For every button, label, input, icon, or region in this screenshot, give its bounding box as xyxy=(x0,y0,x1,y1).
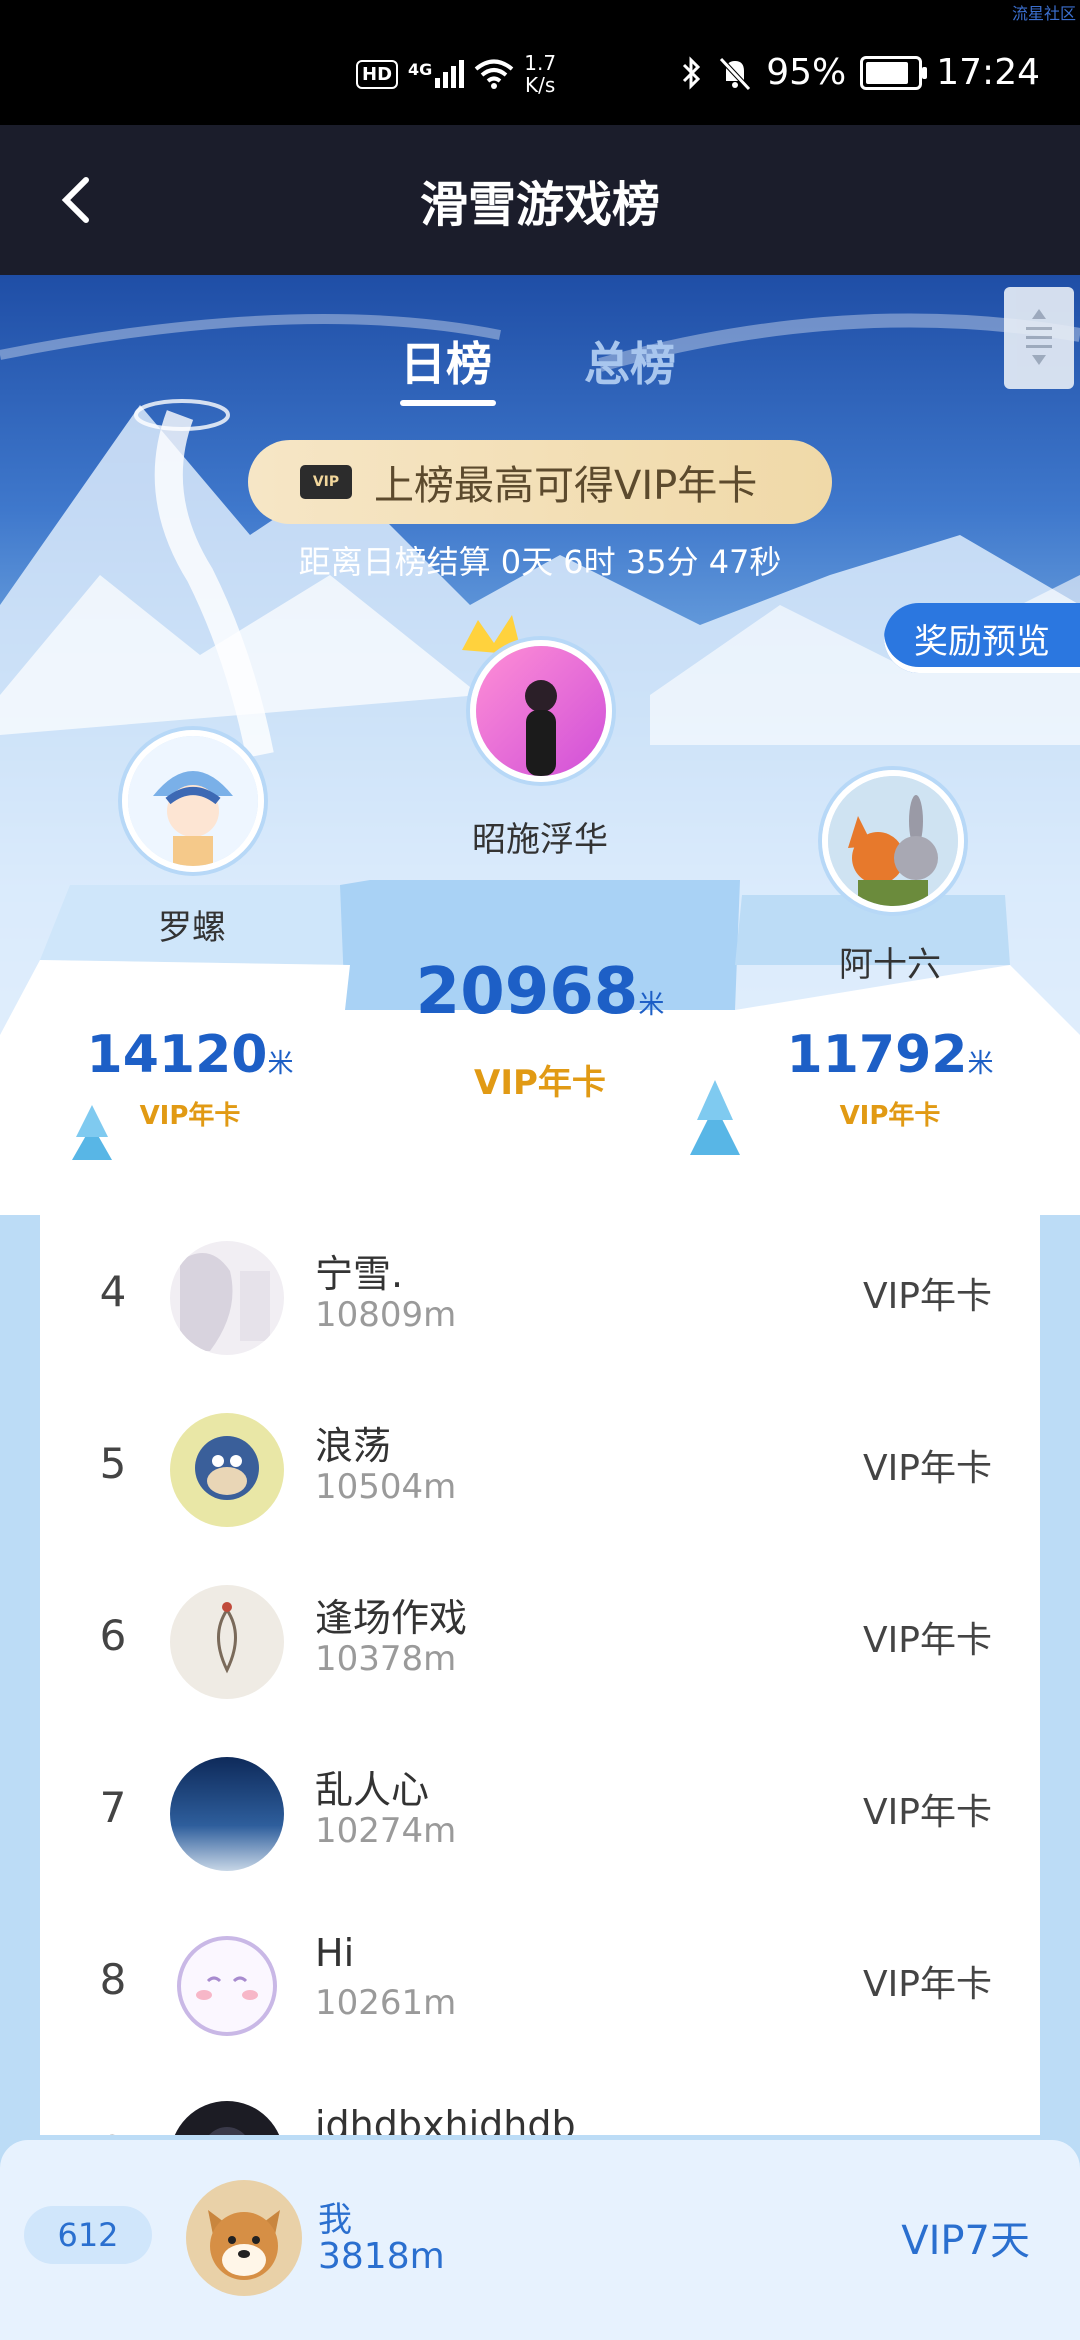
menu-lines-icon xyxy=(1026,309,1052,365)
third-place-avatar[interactable] xyxy=(822,770,964,912)
status-left: HD 4G 1.7 K/s xyxy=(356,52,556,96)
rank-number: 6 xyxy=(99,1611,127,1660)
third-place-name: 阿十六 xyxy=(839,945,941,985)
user-name: 乱人心 xyxy=(315,1768,430,1812)
wifi-icon xyxy=(475,59,514,89)
second-place-distance-unit: 米 xyxy=(267,1049,294,1079)
user-distance: 10809m xyxy=(315,1295,457,1335)
second-place-avatar[interactable] xyxy=(122,730,264,872)
avatar-image xyxy=(828,776,958,906)
signal-icon: 4G xyxy=(408,60,465,88)
tab-daily[interactable]: 日榜 xyxy=(400,328,492,394)
page-title: 滑雪游戏榜 xyxy=(419,177,660,233)
reward-preview-button[interactable]: 奖励预览 xyxy=(884,603,1080,673)
battery-percent: 95% xyxy=(766,52,847,93)
rank-number: 4 xyxy=(99,1267,127,1316)
my-rank-bar[interactable]: 612 我 3818m VIP7天 xyxy=(0,2140,1080,2340)
user-distance: 10504m xyxy=(315,1467,457,1507)
third-place-distance: 11792米 xyxy=(740,1025,1040,1085)
first-place-prize: VIP年卡 xyxy=(474,1063,606,1103)
my-rank-badge: 612 xyxy=(24,2206,152,2264)
prize-label: VIP年卡 xyxy=(863,1620,992,1661)
avatar-image xyxy=(476,646,606,776)
avatar[interactable] xyxy=(170,1241,284,1355)
list-item[interactable]: 6 逢场作戏 10378m VIP年卡 xyxy=(40,1559,1040,1731)
reward-text: 上榜最高可得VIP年卡 xyxy=(374,463,758,509)
rank-number: 5 xyxy=(99,1439,127,1488)
my-distance: 3818m xyxy=(318,2236,445,2277)
bluetooth-icon xyxy=(683,55,701,90)
net-speed-unit: K/s xyxy=(525,73,556,97)
avatar[interactable] xyxy=(170,1929,284,2043)
tab-indicator xyxy=(400,400,496,406)
second-place-distance: 14120米 xyxy=(40,1025,340,1085)
prize-label: VIP年卡 xyxy=(863,1276,992,1317)
side-menu-handle[interactable] xyxy=(1004,287,1074,389)
list-item[interactable]: 8 Hi 10261m VIP年卡 xyxy=(40,1903,1040,2075)
avatar-image xyxy=(170,1929,284,2043)
my-avatar[interactable] xyxy=(186,2180,302,2296)
avatar-image xyxy=(128,736,258,866)
second-place-prize: VIP年卡 xyxy=(139,1101,241,1131)
list-item[interactable]: 7 乱人心 10274m VIP年卡 xyxy=(40,1731,1040,1903)
rank-number: 8 xyxy=(99,1955,127,2004)
avatar[interactable] xyxy=(170,2101,284,2135)
prize-label: VIP年卡 xyxy=(863,1448,992,1489)
avatar-image xyxy=(170,1757,284,1871)
avatar-image xyxy=(170,1241,284,1355)
title-bar: 滑雪游戏榜 xyxy=(0,125,1080,275)
avatar-image xyxy=(186,2180,302,2296)
user-distance: 10274m xyxy=(315,1811,457,1851)
third-place-distance-value: 11792 xyxy=(786,1025,968,1085)
countdown-text: 距离日榜结算 0天 6时 35分 47秒 xyxy=(298,543,782,581)
tab-bar: 日榜 总榜 xyxy=(0,328,1080,418)
first-place-avatar[interactable] xyxy=(470,640,612,782)
avatar[interactable] xyxy=(170,1585,284,1699)
avatar[interactable] xyxy=(170,1413,284,1527)
first-place-distance-value: 20968 xyxy=(415,955,639,1029)
list-item[interactable]: 5 浪荡 10504m VIP年卡 xyxy=(40,1387,1040,1559)
hero-banner: 日榜 总榜 VIP 上榜最高可得VIP年卡 距离日榜结算 0天 6时 35分 4… xyxy=(0,275,1080,1215)
ranking-list: 4 宁雪. 10809m VIP年卡 5 浪荡 10504m VIP年卡 6 逢… xyxy=(40,1215,1040,2135)
list-item[interactable]: 4 宁雪. 10809m VIP年卡 xyxy=(40,1215,1040,1387)
vip-card-icon: VIP xyxy=(300,465,352,499)
third-place-distance-unit: 米 xyxy=(967,1049,994,1079)
user-name: 宁雪. xyxy=(315,1252,404,1296)
avatar-image xyxy=(170,2101,284,2135)
avatar-image xyxy=(170,1413,284,1527)
second-place-name: 罗螺 xyxy=(158,908,226,948)
avatar[interactable] xyxy=(170,1757,284,1871)
network-type: 4G xyxy=(408,60,433,79)
user-name: 浪荡 xyxy=(315,1424,392,1468)
rank-number: 7 xyxy=(99,1783,127,1832)
user-distance: 10378m xyxy=(315,1639,457,1679)
first-place-distance-unit: 米 xyxy=(638,990,665,1020)
status-bar: 流星社区 HD 4G 1.7 K/s 95% 17:24 xyxy=(0,0,1080,125)
user-distance: 10261m xyxy=(315,1983,457,2023)
prize-label: VIP年卡 xyxy=(863,1964,992,2005)
my-name: 我 xyxy=(318,2200,352,2240)
clock: 17:24 xyxy=(936,52,1040,93)
mute-bell-icon xyxy=(719,56,752,91)
avatar-image xyxy=(170,1585,284,1699)
user-name: jdhdbxhjdhdb xyxy=(315,2103,576,2135)
status-right: 95% 17:24 xyxy=(680,52,1040,93)
tab-overall[interactable]: 总榜 xyxy=(584,328,676,394)
user-name: 逢场作戏 xyxy=(315,1596,468,1640)
third-place-prize: VIP年卡 xyxy=(839,1101,941,1131)
rank-number: 9 xyxy=(88,2127,138,2135)
reward-banner: VIP 上榜最高可得VIP年卡 xyxy=(248,440,832,524)
watermark: 流星社区 xyxy=(1011,4,1076,23)
net-speed: 1.7 K/s xyxy=(524,52,556,96)
first-place-distance: 20968米 xyxy=(340,955,740,1029)
hd-badge: HD xyxy=(356,59,399,89)
user-name: Hi xyxy=(315,1931,355,1975)
net-speed-value: 1.7 xyxy=(524,51,557,75)
second-place-distance-value: 14120 xyxy=(86,1025,268,1085)
list-item[interactable]: 9 jdhdbxhjdhdb xyxy=(40,2075,1040,2135)
prize-label: VIP年卡 xyxy=(863,1792,992,1833)
my-prize: VIP7天 xyxy=(901,2218,1030,2264)
battery-icon xyxy=(860,55,928,90)
first-place-name: 昭施浮华 xyxy=(472,820,608,860)
